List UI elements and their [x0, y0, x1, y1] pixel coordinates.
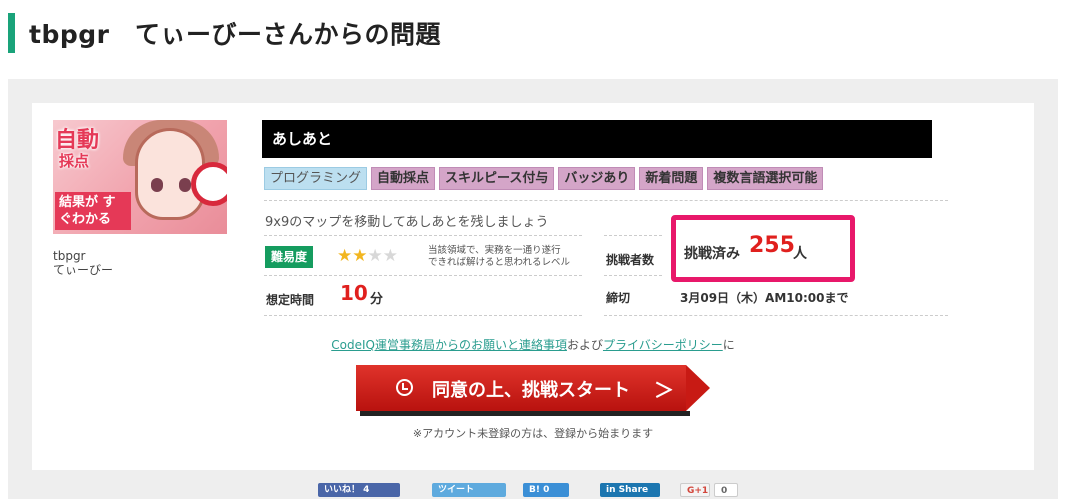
links-suffix: に: [722, 338, 735, 352]
tag-list: プログラミング 自動採点 スキルピース付与 バッジあり 新着問題 複数言語選択可…: [264, 167, 824, 190]
start-challenge-button[interactable]: 同意の上、挑戦スタート ＞: [356, 365, 712, 416]
thumbnail-text-result: 結果が すぐわかる: [55, 192, 131, 230]
difficulty-note: 当該領域で、実務を一通り遂行 できれば解けると思われるレベル: [428, 245, 570, 269]
author-id: tbpgr: [53, 249, 86, 263]
button-arrow-tip: [686, 365, 710, 411]
divider: [264, 200, 948, 201]
page-header: tbpgr てぃーびーさんからの問題: [8, 12, 441, 54]
divider: [264, 275, 582, 276]
star-empty-icon: ★: [382, 246, 398, 266]
registration-note: ※アカウント未登録の方は、登録から始まります: [412, 427, 654, 440]
time-unit: 分: [370, 292, 384, 307]
difficulty-label: 難易度: [265, 246, 314, 268]
policy-links: CodeIQ運営事務局からのお願いと連絡事項およびプライバシーポリシーに: [32, 336, 1034, 353]
tag-multi-language: 複数言語選択可能: [707, 167, 824, 190]
start-button-label: 同意の上、挑戦スタート: [432, 380, 630, 401]
author-name: てぃーびー: [53, 263, 114, 277]
tag-skill-piece: スキルピース付与: [439, 167, 555, 190]
linkedin-share-button[interactable]: in Share: [600, 483, 660, 497]
tag-new: 新着問題: [639, 167, 704, 190]
challengers-prefix: 挑戦済み: [684, 246, 740, 262]
tag-auto-scoring: 自動採点: [371, 167, 436, 190]
divider: [264, 315, 582, 316]
page-title: tbpgr てぃーびーさんからの問題: [29, 20, 441, 49]
header-accent-bar: [8, 13, 15, 53]
star-empty-icon: ★: [367, 246, 383, 266]
time-value: 10: [340, 281, 368, 305]
problem-card: 自動 採点 結果が すぐわかる tbpgr てぃーびー あしあと プログラミング…: [32, 103, 1034, 470]
challengers-label: 挑戦者数: [606, 253, 655, 267]
deadline-value: 3月09日（木）AM10:00まで: [680, 291, 849, 305]
tag-programming: プログラミング: [264, 167, 368, 190]
tweet-button[interactable]: ツイート: [432, 483, 506, 497]
tag-badge: バッジあり: [558, 167, 636, 190]
privacy-policy-link[interactable]: プライバシーポリシー: [603, 338, 723, 352]
problem-title: あしあと: [262, 120, 932, 158]
divider: [264, 235, 582, 236]
google-plus-count: 0: [714, 483, 738, 497]
thumbnail-circle-sign: [191, 162, 227, 206]
difficulty-stars: ★★★★: [337, 246, 398, 266]
thumbnail-text-scoring: 採点: [59, 152, 90, 170]
divider: [604, 315, 948, 316]
divider: [604, 235, 662, 236]
google-plus-button[interactable]: G+1: [680, 483, 710, 497]
author-info[interactable]: tbpgr てぃーびー: [53, 249, 113, 277]
problem-section: 自動 採点 結果が すぐわかる tbpgr てぃーびー あしあと プログラミング…: [8, 79, 1058, 499]
divider: [604, 275, 662, 276]
notice-link[interactable]: CodeIQ運営事務局からのお願いと連絡事項: [331, 338, 567, 352]
thumbnail-eye-left: [151, 178, 163, 192]
challengers-unit: 人: [793, 246, 807, 262]
star-filled-icon: ★: [352, 246, 368, 266]
time-label: 想定時間: [266, 293, 315, 307]
clock-icon: [396, 379, 413, 396]
difficulty-note-line1: 当該領域で、実務を一通り遂行: [428, 245, 561, 256]
problem-description: 9x9のマップを移動してあしあとを残しましょう: [265, 215, 549, 230]
challengers-count: 255: [749, 233, 795, 258]
chevron-right-icon: ＞: [654, 378, 674, 402]
difficulty-note-line2: できれば解けると思われるレベル: [428, 257, 571, 268]
hatena-bookmark-button[interactable]: B! 0: [523, 483, 569, 497]
facebook-like-button[interactable]: いいね！ 4: [318, 483, 400, 497]
star-filled-icon: ★: [337, 246, 353, 266]
deadline-label: 締切: [606, 291, 631, 305]
problem-thumbnail[interactable]: 自動 採点 結果が すぐわかる: [53, 120, 227, 234]
links-connector: および: [566, 338, 603, 352]
thumbnail-eye-right: [179, 178, 191, 192]
button-shadow: [360, 411, 690, 416]
